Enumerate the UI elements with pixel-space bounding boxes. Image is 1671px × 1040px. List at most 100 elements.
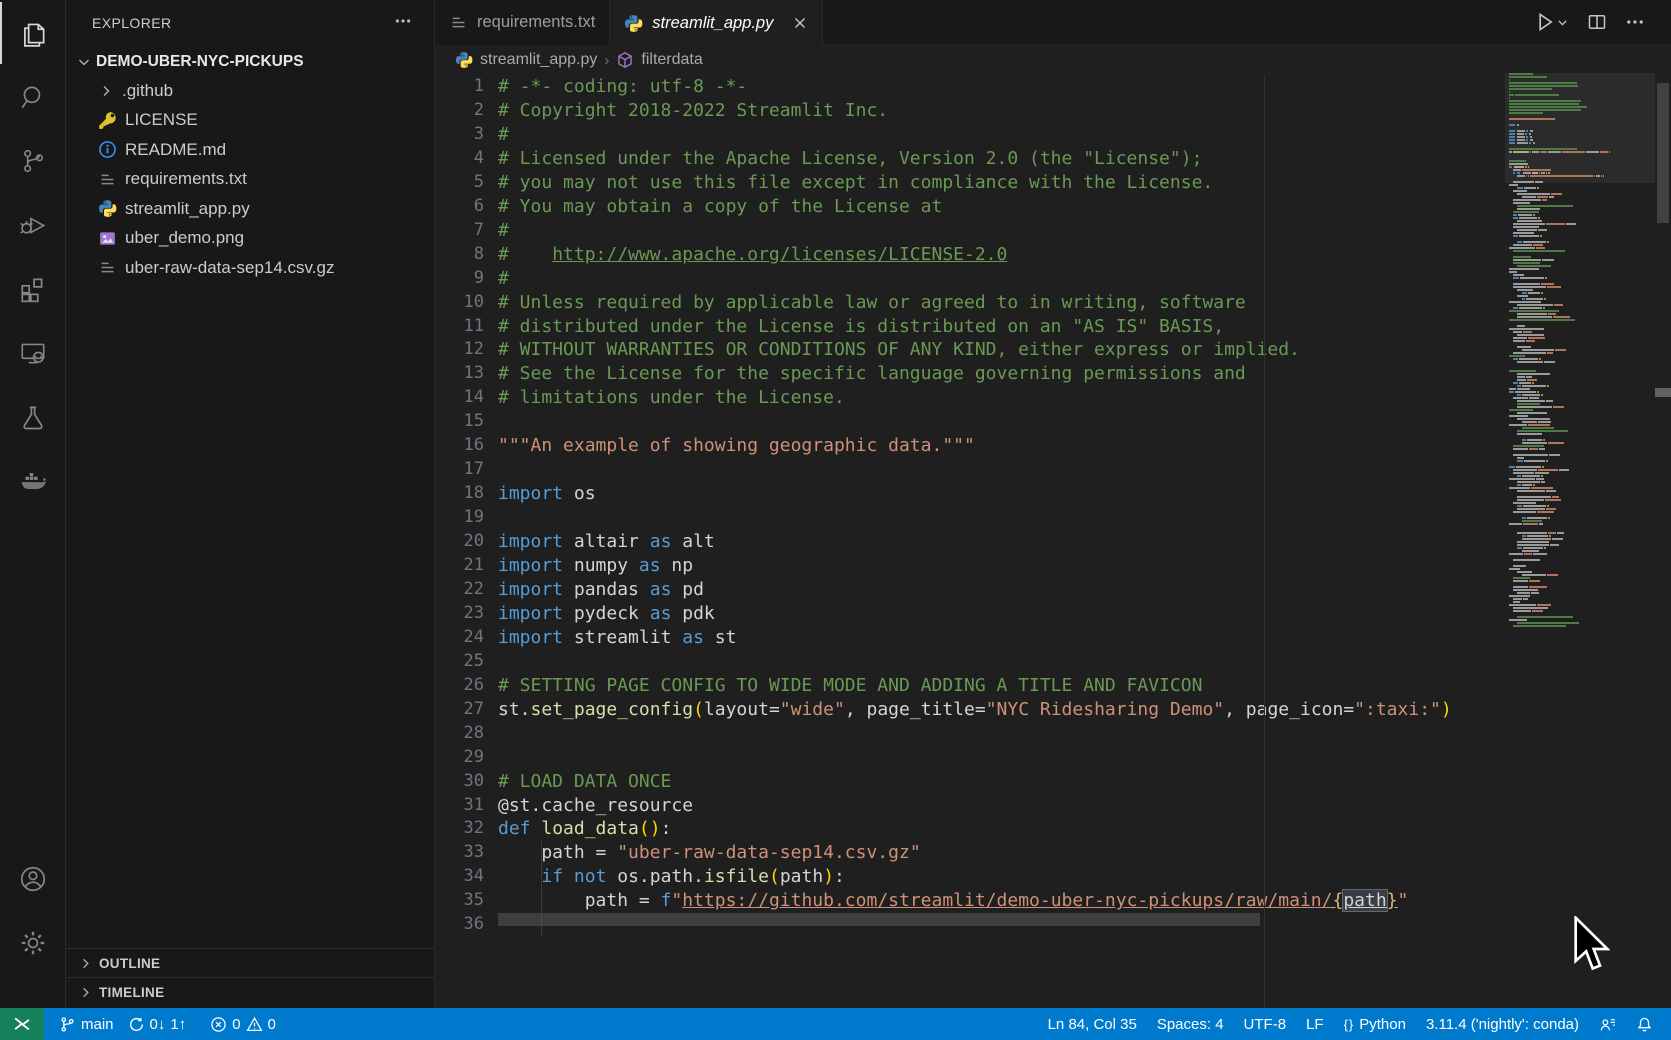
file-row-uber_demo.png[interactable]: uber_demo.png <box>66 224 434 254</box>
encoding-status[interactable]: UTF-8 <box>1234 1008 1297 1040</box>
code-line[interactable]: 28 <box>435 722 1671 746</box>
explorer-more-actions-icon[interactable] <box>394 12 412 35</box>
code-line[interactable]: 25 <box>435 650 1671 674</box>
minimap[interactable] <box>1505 70 1655 1008</box>
activity-bar-item-source-control[interactable] <box>0 130 66 192</box>
code-line[interactable]: 17 <box>435 458 1671 482</box>
breadcrumb-file[interactable]: streamlit_app.py <box>480 51 597 69</box>
explorer-root-folder[interactable]: DEMO-UBER-NYC-PICKUPS <box>66 48 434 76</box>
code-line[interactable]: 22import pandas as pd <box>435 578 1671 602</box>
file-row-requirements.txt[interactable]: requirements.txt <box>66 165 434 195</box>
code-line[interactable]: 7# <box>435 219 1671 243</box>
code-line[interactable]: 3# <box>435 123 1671 147</box>
code-line[interactable]: 33 path = "uber-raw-data-sep14.csv.gz" <box>435 841 1671 865</box>
code-line[interactable]: 1# -*- coding: utf-8 -*- <box>435 75 1671 99</box>
code-line[interactable]: 14# limitations under the License. <box>435 386 1671 410</box>
file-row-streamlit_app.py[interactable]: streamlit_app.py <box>66 194 434 224</box>
sync-status[interactable]: 0↓ 1↑ <box>121 1008 194 1040</box>
problems-status[interactable]: 0 0 <box>203 1008 283 1040</box>
indentation-status[interactable]: Spaces: 4 <box>1147 1008 1234 1040</box>
python-interpreter-status[interactable]: 3.11.4 ('nightly': conda) <box>1416 1008 1589 1040</box>
code-line[interactable]: 15 <box>435 410 1671 434</box>
minimap-line <box>1509 211 1540 213</box>
file-label: requirements.txt <box>125 169 247 189</box>
code-line[interactable]: 2# Copyright 2018-2022 Streamlit Inc. <box>435 99 1671 123</box>
files-icon <box>19 18 49 48</box>
code-line[interactable]: 4# Licensed under the Apache License, Ve… <box>435 147 1671 171</box>
minimap-line <box>1509 433 1543 435</box>
activity-bar-item-extensions[interactable] <box>0 258 66 320</box>
minimap-line <box>1509 403 1541 405</box>
code-line[interactable]: 23import pydeck as pdk <box>435 602 1671 626</box>
code-line[interactable]: 31@st.cache_resource <box>435 794 1671 818</box>
code-line[interactable]: 30# LOAD DATA ONCE <box>435 770 1671 794</box>
run-python-file-button[interactable] <box>1534 11 1569 33</box>
code-line[interactable]: 5# you may not use this file except in c… <box>435 171 1671 195</box>
branch-status[interactable]: main <box>52 1008 121 1040</box>
activity-bar-item-accounts[interactable] <box>0 848 66 910</box>
code-line[interactable]: 24import streamlit as st <box>435 626 1671 650</box>
file-row-README.md[interactable]: README.md <box>66 135 434 165</box>
code-line[interactable]: 8# http://www.apache.org/licenses/LICENS… <box>435 243 1671 267</box>
remote-indicator[interactable] <box>0 1008 44 1040</box>
eol-status[interactable]: LF <box>1296 1008 1334 1040</box>
code-line[interactable]: 27st.set_page_config(layout="wide", page… <box>435 698 1671 722</box>
code-line[interactable]: 32def load_data(): <box>435 817 1671 841</box>
minimap-line <box>1509 163 1529 165</box>
language-mode-status[interactable]: {} Python <box>1334 1008 1416 1040</box>
split-editor-button[interactable] <box>1587 12 1607 32</box>
tabs: requirements.txtstreamlit_app.py <box>435 0 823 44</box>
activity-bar-item-docker[interactable] <box>0 450 66 512</box>
minimap-line <box>1509 412 1548 414</box>
activity-bar-item-settings[interactable] <box>0 912 66 974</box>
sidebar-section-outline[interactable]: OUTLINE <box>66 948 434 977</box>
more-actions-icon[interactable] <box>1625 12 1645 32</box>
horizontal-scrollbar[interactable] <box>498 913 1260 926</box>
minimap-line <box>1509 427 1555 429</box>
code-line[interactable]: 12# WITHOUT WARRANTIES OR CONDITIONS OF … <box>435 338 1671 362</box>
minimap-line <box>1509 172 1551 174</box>
file-row-uber-raw-data-sep14.csv.gz[interactable]: uber-raw-data-sep14.csv.gz <box>66 253 434 283</box>
code-line[interactable]: 18import os <box>435 482 1671 506</box>
cursor-position-status[interactable]: Ln 84, Col 35 <box>1038 1008 1147 1040</box>
minimap-line <box>1509 142 1536 144</box>
code-line[interactable]: 9# <box>435 267 1671 291</box>
activity-bar-item-run-and-debug[interactable] <box>0 194 66 256</box>
code-line[interactable]: 16"""An example of showing geographic da… <box>435 434 1671 458</box>
code-line[interactable]: 11# distributed under the License is dis… <box>435 315 1671 339</box>
code-line[interactable]: 35 path = f"https://github.com/streamlit… <box>435 889 1671 913</box>
activity-bar-item-explorer[interactable] <box>0 2 66 64</box>
minimap-line <box>1509 541 1550 543</box>
breadcrumb-symbol[interactable]: filterdata <box>641 51 702 69</box>
minimap-line <box>1509 355 1526 357</box>
line-text: if not os.path.isfile(path): <box>498 865 845 889</box>
code-line[interactable]: 34 if not os.path.isfile(path): <box>435 865 1671 889</box>
file-row-LICENSE[interactable]: LICENSE <box>66 106 434 136</box>
code-line[interactable]: 21import numpy as np <box>435 554 1671 578</box>
vertical-scrollbar[interactable] <box>1657 83 1669 223</box>
minimap-line <box>1509 373 1551 375</box>
file-row-.github[interactable]: .github <box>66 76 434 106</box>
activity-bar-item-search[interactable] <box>0 66 66 128</box>
notifications-bell-icon[interactable] <box>1626 1008 1663 1040</box>
code-line[interactable]: 10# Unless required by applicable law or… <box>435 291 1671 315</box>
minimap-line <box>1509 475 1544 477</box>
feedback-icon[interactable] <box>1589 1008 1626 1040</box>
minimap-line <box>1509 601 1521 603</box>
minimap-line <box>1509 547 1547 549</box>
activity-bar-item-testing[interactable] <box>0 386 66 448</box>
code-line[interactable]: 29 <box>435 746 1671 770</box>
minimap-line <box>1509 394 1544 396</box>
activity-bar-item-remote-explorer[interactable] <box>0 322 66 384</box>
sidebar-section-timeline[interactable]: TIMELINE <box>66 977 434 1006</box>
code-line[interactable]: 26# SETTING PAGE CONFIG TO WIDE MODE AND… <box>435 674 1671 698</box>
tab-requirements.txt[interactable]: requirements.txt <box>435 0 610 45</box>
code-area[interactable]: 1# -*- coding: utf-8 -*-2# Copyright 201… <box>435 75 1671 1008</box>
code-line[interactable]: 19 <box>435 506 1671 530</box>
code-line[interactable]: 6# You may obtain a copy of the License … <box>435 195 1671 219</box>
tab-streamlit_app.py[interactable]: streamlit_app.py <box>610 0 823 46</box>
close-icon[interactable] <box>792 15 808 31</box>
code-line[interactable]: 13# See the License for the specific lan… <box>435 362 1671 386</box>
line-number: 30 <box>435 770 484 794</box>
code-line[interactable]: 20import altair as alt <box>435 530 1671 554</box>
